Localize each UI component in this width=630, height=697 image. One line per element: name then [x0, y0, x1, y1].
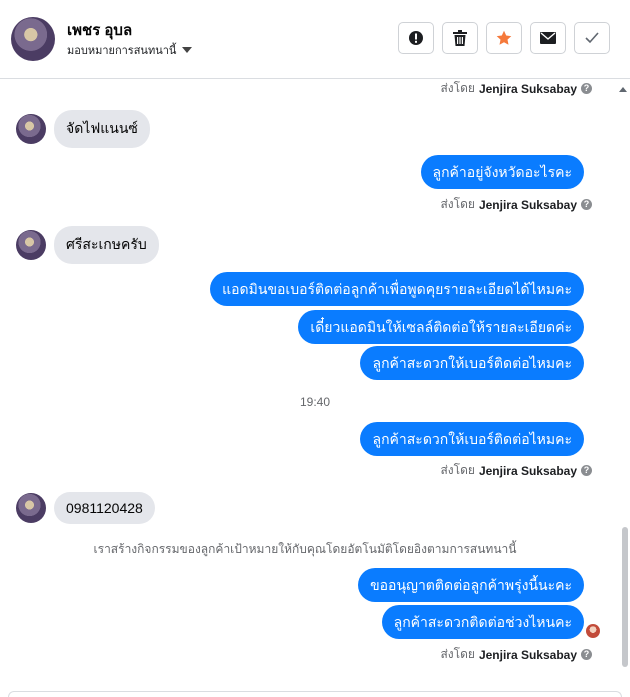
contact-avatar-small[interactable]: [16, 114, 46, 144]
star-icon: [496, 30, 512, 45]
envelope-icon: [540, 32, 556, 44]
sent-by-label: ส่งโดย Jenjira Suksabay?: [440, 195, 592, 214]
outgoing-message[interactable]: เดี๋ยวแอดมินให้เซลล์ติดต่อให้รายละเอียดค…: [298, 310, 584, 344]
help-icon[interactable]: ?: [581, 83, 592, 94]
help-icon[interactable]: ?: [581, 649, 592, 660]
sent-by-label: ส่งโดย Jenjira Suksabay?: [440, 461, 592, 480]
message-bubble[interactable]: จัดไฟแนนซ์: [54, 110, 150, 148]
contact-avatar-small[interactable]: [16, 493, 46, 523]
trash-icon: [453, 30, 467, 46]
seen-avatar: [586, 624, 600, 638]
contact-avatar[interactable]: [11, 17, 55, 61]
sent-by-label: ส่งโดย Jenjira Suksabay?: [440, 645, 592, 664]
scroll-thumb[interactable]: [622, 527, 628, 667]
sent-by-label: ส่งโดย Jenjira Suksabay?: [440, 79, 592, 98]
outgoing-message[interactable]: ลูกค้าอยู่จังหวัดอะไรคะ: [420, 155, 584, 189]
chevron-down-icon: [182, 47, 193, 53]
mark-done-button[interactable]: [574, 22, 610, 54]
message-thread[interactable]: ส่งโดย Jenjira Suksabay? จัดไฟแนนซ์ ลูกค้…: [0, 79, 620, 691]
check-icon: [585, 32, 599, 44]
system-message: เราสร้างกิจกรรมของลูกค้าเป้าหมายให้กับคุ…: [93, 542, 517, 556]
message-bubble[interactable]: ศรีสะเกษครับ: [54, 226, 159, 264]
outgoing-message[interactable]: ลูกค้าสะดวกให้เบอร์ติดต่อไหมคะ: [360, 346, 584, 380]
contact-name[interactable]: เพชร อุบล: [67, 18, 132, 42]
composer-edge[interactable]: [8, 691, 622, 697]
scrollbar[interactable]: [619, 79, 628, 691]
delete-button[interactable]: [442, 22, 478, 54]
outgoing-message[interactable]: ลูกค้าสะดวกให้เบอร์ติดต่อไหมคะ: [360, 422, 584, 456]
contact-avatar-small[interactable]: [16, 230, 46, 260]
help-icon[interactable]: ?: [581, 465, 592, 476]
incoming-message: ศรีสะเกษครับ: [16, 226, 159, 264]
star-button[interactable]: [486, 22, 522, 54]
assign-conversation-dropdown[interactable]: มอบหมายการสนทนานี้: [67, 41, 193, 59]
incoming-message: จัดไฟแนนซ์: [16, 110, 150, 148]
email-button[interactable]: [530, 22, 566, 54]
message-bubble[interactable]: 0981120428: [54, 492, 155, 524]
scroll-up-arrow-icon[interactable]: [619, 87, 627, 92]
assign-label: มอบหมายการสนทนานี้: [67, 45, 177, 57]
timestamp: 19:40: [299, 395, 331, 409]
outgoing-message[interactable]: ลูกค้าสะดวกติดต่อช่วงไหนคะ: [381, 605, 584, 639]
conversation-toolbar: [398, 22, 610, 54]
incoming-message: 0981120428: [16, 492, 155, 524]
mark-spam-button[interactable]: [398, 22, 434, 54]
outgoing-message[interactable]: แอดมินขอเบอร์ติดต่อลูกค้าเพื่อพูดคุยรายล…: [210, 272, 584, 306]
conversation-header: เพชร อุบล มอบหมายการสนทนานี้: [0, 0, 630, 79]
exclamation-icon: [409, 31, 423, 45]
help-icon[interactable]: ?: [581, 199, 592, 210]
outgoing-message[interactable]: ขออนุญาตติดต่อลูกค้าพรุ่งนี้นะคะ: [358, 568, 584, 602]
